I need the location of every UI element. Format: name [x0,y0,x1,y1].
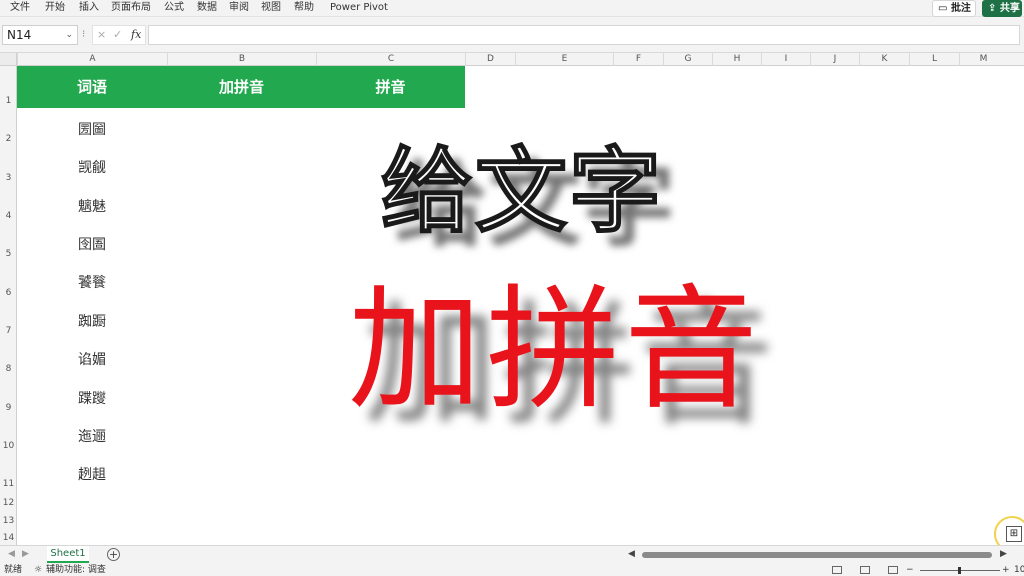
worksheet-grid[interactable]: A B C D E F G H I J K L M 1 2 3 4 5 6 7 … [0,53,1024,545]
overlay-title-line1: 给文字 [380,137,663,245]
header-cell-add-pinyin[interactable]: 加拼音 [167,66,316,108]
col-header-g[interactable]: G [663,53,712,66]
page-layout-view-icon[interactable] [860,566,870,574]
zoom-slider-thumb[interactable] [958,567,961,574]
row-header-5[interactable]: 5 [0,249,17,259]
word-cell[interactable]: 圐圙 [17,119,167,139]
col-header-k[interactable]: K [859,53,909,66]
col-header-m[interactable]: M [959,53,1007,66]
scroll-right-icon[interactable]: ▶ [1000,549,1007,559]
normal-view-icon[interactable] [832,566,842,574]
col-header-l[interactable]: L [909,53,959,66]
insert-function-icon[interactable]: fx [131,26,141,44]
col-header-f[interactable]: F [613,53,663,66]
menu-home[interactable]: 开始 [45,2,65,14]
zoom-in-icon[interactable]: + [1002,564,1010,576]
more-options-icon[interactable]: ⁝ [82,29,85,40]
quick-analysis-icon[interactable]: ⊞ [1006,526,1022,542]
col-header-d[interactable]: D [465,53,515,66]
add-sheet-icon[interactable]: + [107,548,120,561]
menu-review[interactable]: 审阅 [229,2,249,14]
row-header-10[interactable]: 10 [0,441,17,451]
zoom-level[interactable]: 10 [1014,564,1024,576]
formula-input[interactable] [148,25,1020,45]
row-header-11[interactable]: 11 [0,479,17,489]
column-headers: A B C D E F G H I J K L M [0,53,1024,66]
word-cell[interactable]: 谄媚 [17,349,167,369]
header-cell-word[interactable]: 词语 [17,66,167,108]
status-bar: 就绪 ☼ 辅助功能: 调查 − + 10 [0,564,1024,576]
row-header-13[interactable]: 13 [0,516,17,526]
comment-icon: ▭ [938,3,948,14]
row-header-9[interactable]: 9 [0,403,17,413]
col-header-c[interactable]: C [316,53,465,66]
row-header-8[interactable]: 8 [0,364,17,374]
cancel-icon[interactable]: × [97,26,106,44]
col-header-i[interactable]: I [761,53,810,66]
word-cell[interactable]: 蹀躞 [17,388,167,408]
row-headers: 1 2 3 4 5 6 7 8 9 10 11 12 13 14 [0,66,17,545]
menu-insert[interactable]: 插入 [79,2,99,14]
formula-bar: N14 ⌄ ⁝ × ✓ fx [0,17,1024,53]
menu-data[interactable]: 数据 [197,2,217,14]
row-header-3[interactable]: 3 [0,173,17,183]
word-cell[interactable]: 饕餮 [17,272,167,292]
select-all-corner[interactable] [0,53,17,66]
word-cell[interactable]: 迤逦 [17,426,167,446]
sheet-tab-bar: ◀ ▶ Sheet1 + ◀ ▶ [0,545,1024,564]
row-header-6[interactable]: 6 [0,288,17,298]
enter-icon[interactable]: ✓ [113,26,122,44]
menu-formulas[interactable]: 公式 [164,2,184,14]
zoom-out-icon[interactable]: − [906,564,914,576]
overlay-title-line2: 加拼音 [347,272,762,428]
col-header-b[interactable]: B [167,53,316,66]
col-header-j[interactable]: J [810,53,859,66]
col-header-h[interactable]: H [712,53,761,66]
col-header-a[interactable]: A [17,53,167,66]
scroll-left-icon[interactable]: ◀ [628,549,635,559]
formula-controls: × ✓ fx [92,25,146,45]
accessibility-icon: ☼ [34,565,43,575]
menu-view[interactable]: 视图 [261,2,281,14]
share-icon: ⇪ [988,3,997,14]
row-header-2[interactable]: 2 [0,134,17,144]
menu-page-layout[interactable]: 页面布局 [111,2,151,14]
row-header-1[interactable]: 1 [0,96,17,106]
name-box-value: N14 [7,28,32,42]
share-button[interactable]: ⇪ 共享 [982,0,1022,17]
header-cell-pinyin[interactable]: 拼音 [316,66,465,108]
tab-scroll-left-icon[interactable]: ◀ [8,549,15,559]
horizontal-scrollbar[interactable] [642,552,992,558]
menu-help[interactable]: 帮助 [294,2,314,14]
col-header-e[interactable]: E [515,53,613,66]
word-cell[interactable]: 趔趄 [17,464,167,484]
comments-button[interactable]: ▭ 批注 [932,0,976,17]
menu-file[interactable]: 文件 [10,2,30,14]
sheet-tab-sheet1[interactable]: Sheet1 [47,546,89,563]
tab-scroll-right-icon[interactable]: ▶ [22,549,29,559]
name-box[interactable]: N14 ⌄ [2,25,78,45]
menu-power-pivot[interactable]: Power Pivot [330,2,388,14]
chevron-down-icon[interactable]: ⌄ [65,26,73,44]
page-break-view-icon[interactable] [888,566,898,574]
word-cell[interactable]: 觊觎 [17,157,167,177]
accessibility-status[interactable]: 辅助功能: 调查 [46,564,106,576]
word-cell[interactable]: 魑魅 [17,196,167,216]
share-button-label: 共享 [999,3,1020,14]
word-cell[interactable]: 踟蹰 [17,311,167,331]
row-header-14[interactable]: 14 [0,533,17,543]
row-header-4[interactable]: 4 [0,211,17,221]
row-header-7[interactable]: 7 [0,326,17,336]
status-ready: 就绪 [4,565,23,575]
comments-button-label: 批注 [950,3,971,14]
menu-bar: 文件 开始 插入 页面布局 公式 数据 审阅 视图 帮助 Power Pivot… [0,0,1024,17]
word-cell[interactable]: 囹圄 [17,234,167,254]
row-header-12[interactable]: 12 [0,498,17,508]
